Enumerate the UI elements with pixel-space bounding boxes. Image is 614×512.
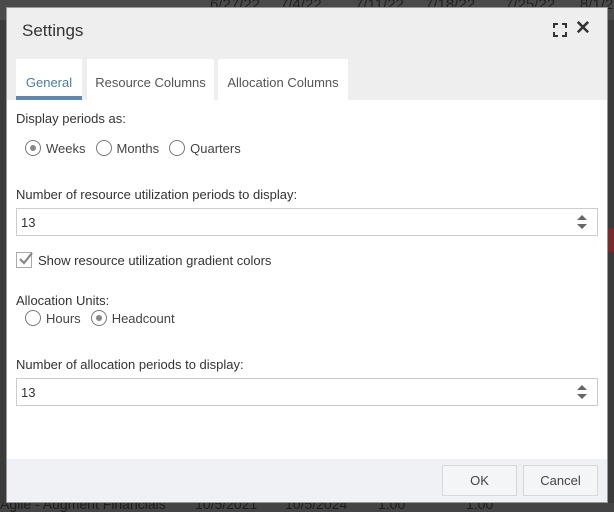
tab-general[interactable]: General: [16, 59, 82, 100]
tab-allocation-columns[interactable]: Allocation Columns: [218, 59, 348, 100]
allocation-periods-input[interactable]: 13: [16, 378, 598, 406]
general-panel: Display periods as: Weeks Months Quarter…: [7, 100, 607, 461]
allocation-units-label: Allocation Units:: [16, 293, 110, 308]
radio-months[interactable]: Months: [95, 140, 160, 156]
checkbox-label: Show resource utilization gradient color…: [38, 252, 272, 268]
checkmark-icon: [16, 252, 33, 268]
bg-cell: 10/5/2024: [285, 503, 348, 512]
background-table-row: Agile - Augment Financials 10/5/2021 10/…: [0, 503, 614, 512]
radio-label: Weeks: [46, 140, 86, 156]
dialog-title: Settings: [22, 21, 84, 40]
cancel-button[interactable]: Cancel: [523, 465, 598, 496]
dialog-footer: OK Cancel: [7, 459, 607, 502]
spinner-arrows-icon[interactable]: [577, 214, 587, 230]
close-icon[interactable]: ✕: [575, 19, 591, 39]
radio-headcount[interactable]: Headcount: [90, 310, 175, 326]
dialog-header: Settings ✕ General Resource Columns Allo…: [7, 8, 607, 100]
allocation-units-radio-group: Hours Headcount: [25, 310, 185, 326]
display-periods-label: Display periods as:: [16, 111, 126, 126]
background-badge: [608, 228, 614, 252]
expand-icon[interactable]: [553, 23, 567, 37]
ok-button[interactable]: OK: [442, 465, 517, 496]
radio-selected-icon: [90, 310, 107, 326]
radio-label: Headcount: [111, 310, 175, 326]
settings-dialog: Settings ✕ General Resource Columns Allo…: [6, 7, 608, 503]
gradient-colors-checkbox[interactable]: Show resource utilization gradient color…: [16, 252, 271, 268]
allocation-periods-label: Number of allocation periods to display:: [16, 357, 244, 372]
radio-empty-icon: [169, 140, 186, 156]
resource-periods-value: 13: [21, 215, 36, 230]
bg-cell: 10/5/2021: [195, 503, 258, 512]
tab-resource-columns[interactable]: Resource Columns: [87, 59, 214, 100]
resource-periods-input[interactable]: 13: [16, 208, 598, 236]
radio-hours[interactable]: Hours: [25, 310, 81, 326]
radio-label: Quarters: [190, 140, 241, 156]
radio-empty-icon: [25, 310, 41, 326]
bg-cell: Agile - Augment Financials: [0, 503, 166, 512]
resource-periods-label: Number of resource utilization periods t…: [16, 187, 298, 202]
radio-label: Months: [116, 140, 160, 156]
bg-cell: 1.00: [466, 503, 494, 512]
radio-weeks[interactable]: Weeks: [25, 140, 86, 156]
display-periods-radio-group: Weeks Months Quarters: [25, 140, 251, 156]
radio-selected-icon: [25, 140, 41, 156]
spinner-arrows-icon[interactable]: [577, 384, 587, 400]
allocation-periods-value: 13: [21, 385, 36, 400]
radio-quarters[interactable]: Quarters: [169, 140, 241, 156]
bg-cell: 1.00: [378, 503, 406, 512]
radio-label: Hours: [46, 310, 81, 326]
radio-empty-icon: [95, 140, 112, 156]
